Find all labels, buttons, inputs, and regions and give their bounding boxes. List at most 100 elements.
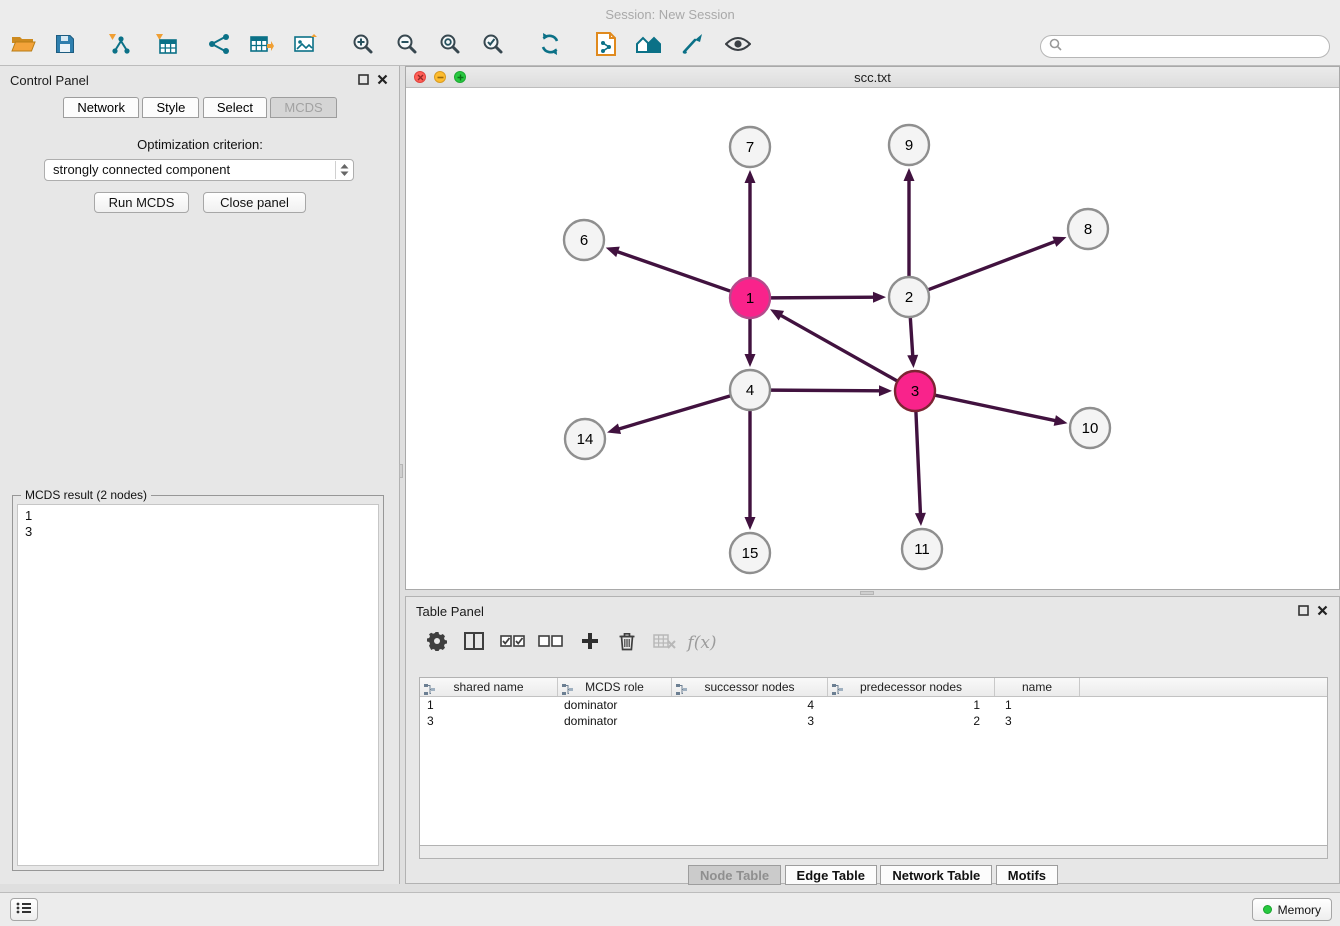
graph-node-15[interactable]: 15 [730, 533, 770, 573]
graph-node-6[interactable]: 6 [564, 220, 604, 260]
graph-node-7[interactable]: 7 [730, 127, 770, 167]
delete-table-button[interactable] [648, 629, 680, 657]
zoom-out-button[interactable] [388, 29, 426, 64]
copy-network-button[interactable] [587, 29, 625, 64]
graph-node-11[interactable]: 11 [902, 529, 942, 569]
delete-column-button[interactable] [611, 629, 643, 657]
import-table-icon [155, 33, 178, 60]
unselect-all-columns-button[interactable] [534, 629, 566, 657]
graph-edge-2-8[interactable] [929, 241, 1057, 289]
zoom-fit-button[interactable] [431, 29, 469, 64]
graph-edge-1-6[interactable] [616, 251, 730, 291]
graph-node-1[interactable]: 1 [730, 278, 770, 318]
float-table-panel-icon[interactable] [1298, 605, 1309, 616]
network-share-icon [207, 33, 231, 60]
column-header-shared-name[interactable]: shared name [420, 678, 558, 696]
graph-edge-3-1[interactable] [780, 315, 897, 381]
list-icon [16, 901, 32, 919]
apply-layout-button[interactable] [531, 29, 569, 64]
tab-edge-table[interactable]: Edge Table [785, 865, 877, 885]
maximize-window-icon[interactable] [454, 71, 466, 83]
graph-node-4[interactable]: 4 [730, 370, 770, 410]
columns-icon [464, 632, 484, 655]
graph-node-14[interactable]: 14 [565, 419, 605, 459]
horizontal-splitter-handle[interactable] [860, 591, 874, 595]
style-brush-button[interactable] [674, 29, 712, 64]
graph-edge-4-3[interactable] [771, 390, 881, 391]
graph-node-9[interactable]: 9 [889, 125, 929, 165]
table-cell: 4 [672, 697, 828, 713]
zoom-out-icon [395, 32, 419, 61]
network-graph: 7 9 6 8 1 2 4 3 14 10 15 11 [406, 88, 1339, 589]
tab-node-table[interactable]: Node Table [688, 865, 781, 885]
tab-select[interactable]: Select [203, 97, 267, 118]
export-image-button[interactable] [287, 29, 325, 64]
graph-edge-4-14[interactable] [618, 396, 730, 429]
mcds-result-group: MCDS result (2 nodes) 1 3 [12, 495, 384, 871]
control-panel-tabs: Network Style Select MCDS [0, 97, 399, 118]
mcds-result-box[interactable]: 1 3 [17, 504, 379, 866]
graph-node-10[interactable]: 10 [1070, 408, 1110, 448]
column-header-mcds-role[interactable]: MCDS role [558, 678, 672, 696]
open-session-button[interactable] [4, 29, 42, 64]
run-mcds-button[interactable]: Run MCDS [94, 192, 189, 213]
function-builder-button[interactable]: f(x) [686, 629, 718, 657]
graph-edge-3-11[interactable] [916, 412, 921, 515]
tab-style[interactable]: Style [142, 97, 199, 118]
tab-network-table[interactable]: Network Table [880, 865, 992, 885]
zoom-selected-button[interactable] [474, 29, 512, 64]
column-layout-button[interactable] [458, 629, 490, 657]
minimize-window-icon[interactable] [434, 71, 446, 83]
close-window-icon[interactable] [414, 71, 426, 83]
vertical-splitter-handle[interactable] [399, 464, 403, 478]
import-table-from-file-button[interactable] [147, 29, 185, 64]
arrowhead-icon [606, 247, 620, 257]
new-network-button[interactable] [200, 29, 238, 64]
table-row[interactable]: 1dominator411 [420, 697, 1327, 713]
column-type-icon [562, 682, 573, 700]
float-panel-icon[interactable] [358, 74, 369, 85]
network-canvas[interactable]: 7 9 6 8 1 2 4 3 14 10 15 11 [406, 88, 1339, 589]
node-label: 15 [742, 545, 759, 562]
first-neighbors-button[interactable] [630, 29, 668, 64]
status-bar: Memory [0, 892, 1340, 926]
task-history-button[interactable] [10, 898, 38, 921]
graph-node-3[interactable]: 3 [895, 371, 935, 411]
optimization-criterion-select[interactable]: strongly connected component [44, 159, 354, 181]
save-session-button[interactable] [46, 29, 84, 64]
export-network-button[interactable] [243, 29, 281, 64]
table-panel-title: Table Panel [416, 604, 484, 619]
graph-edge-2-3[interactable] [910, 318, 912, 357]
tab-motifs[interactable]: Motifs [996, 865, 1058, 885]
node-label: 3 [911, 383, 919, 400]
column-header-predecessor-nodes[interactable]: predecessor nodes [828, 678, 995, 696]
horizontal-scrollbar-track[interactable] [419, 846, 1328, 859]
close-panel-button[interactable]: Close panel [203, 192, 306, 213]
zoom-selected-icon [481, 32, 505, 61]
graph-edge-3-10[interactable] [936, 395, 1057, 421]
memory-button[interactable]: Memory [1252, 898, 1332, 921]
column-header-name[interactable]: name [995, 678, 1080, 696]
select-all-columns-button[interactable] [496, 629, 528, 657]
delete-table-icon [653, 633, 676, 654]
close-panel-icon[interactable] [377, 74, 388, 85]
column-header-successor-nodes[interactable]: successor nodes [672, 678, 828, 696]
tab-network[interactable]: Network [63, 97, 139, 118]
tab-mcds[interactable]: MCDS [270, 97, 336, 118]
graph-edge-1-2[interactable] [771, 297, 875, 298]
graph-node-8[interactable]: 8 [1068, 209, 1108, 249]
refresh-icon [538, 32, 562, 61]
table-cell: 1 [420, 697, 558, 713]
close-table-panel-icon[interactable] [1317, 605, 1328, 616]
graphics-details-button[interactable] [719, 29, 757, 64]
add-column-button[interactable] [574, 629, 606, 657]
network-search-field[interactable] [1040, 35, 1330, 58]
search-input[interactable] [1067, 38, 1321, 55]
table-row[interactable]: 3dominator323 [420, 713, 1327, 729]
table-settings-button[interactable] [421, 629, 453, 657]
zoom-in-icon [351, 32, 375, 61]
zoom-in-button[interactable] [344, 29, 382, 64]
chevron-updown-icon [335, 161, 352, 179]
graph-node-2[interactable]: 2 [889, 277, 929, 317]
import-network-from-file-button[interactable] [100, 29, 138, 64]
